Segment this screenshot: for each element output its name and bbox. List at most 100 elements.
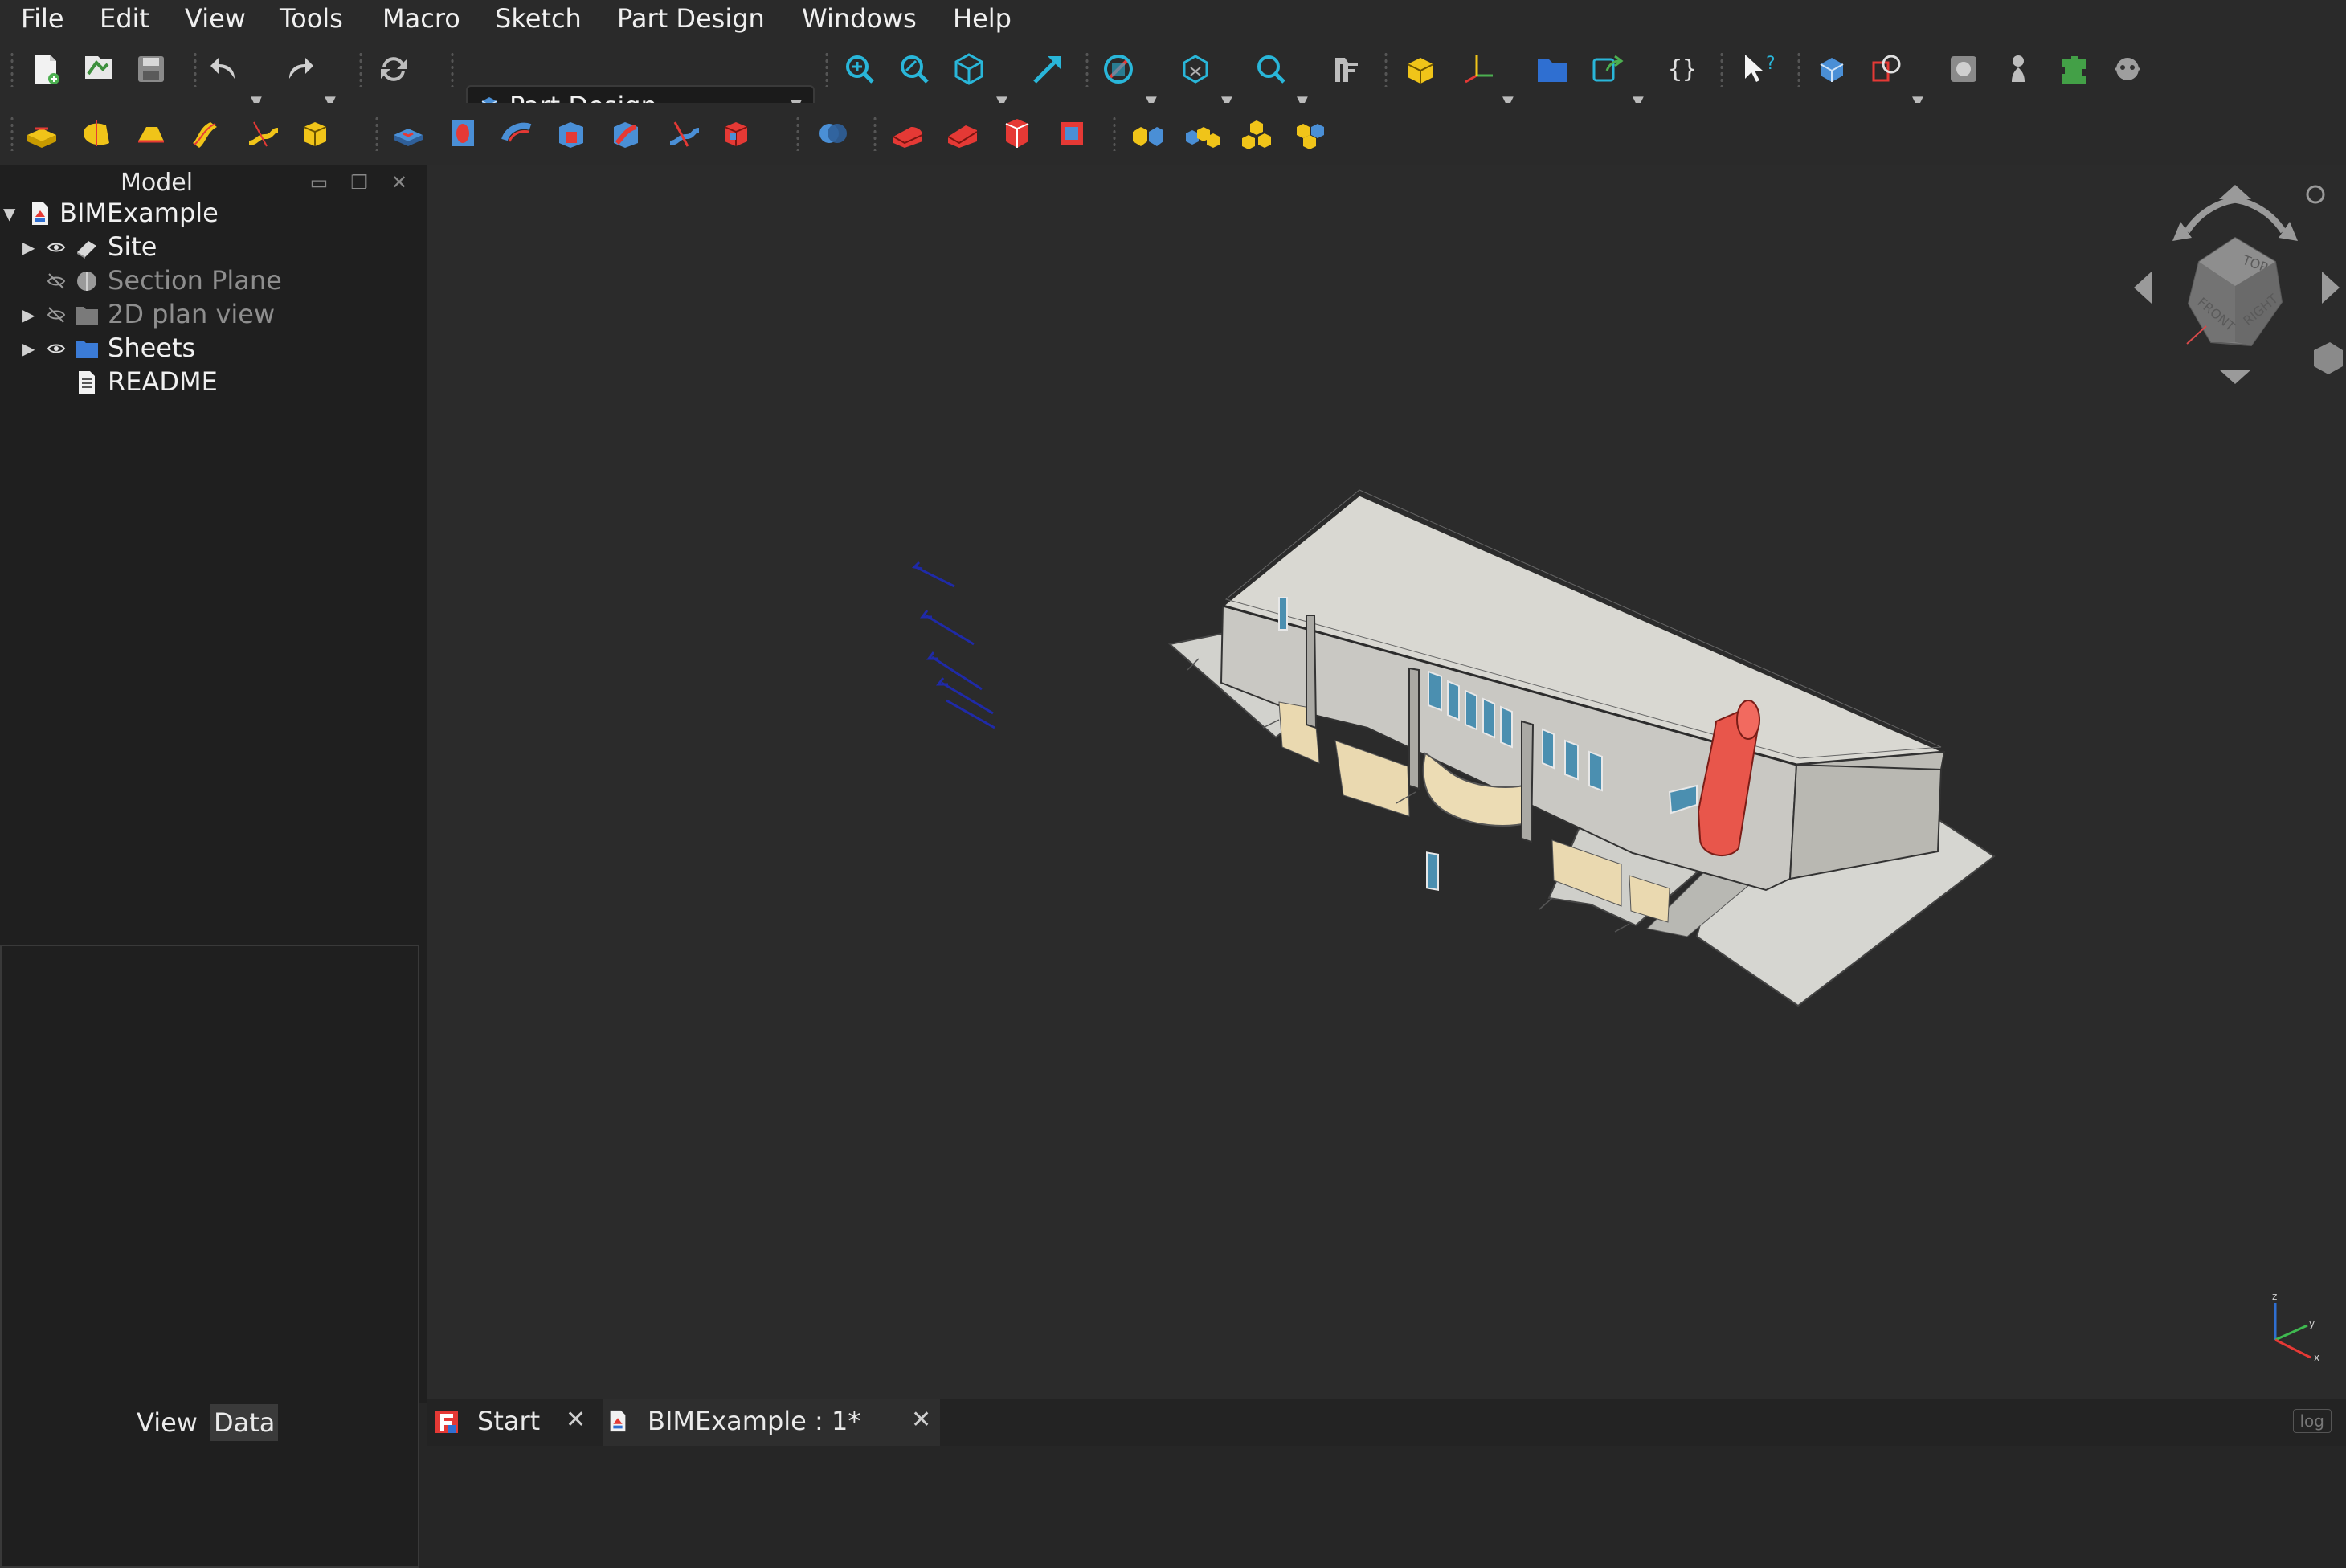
pawn-icon[interactable] [2001, 51, 2036, 87]
open-icon[interactable] [80, 50, 116, 85]
tree-item-readme[interactable]: README [0, 366, 426, 400]
float-panel-icon[interactable]: ❐ [347, 170, 371, 194]
fillet-icon[interactable] [890, 116, 926, 151]
additive-loft-icon[interactable] [133, 116, 169, 151]
subtractive-loft-icon[interactable] [554, 116, 590, 151]
toolbar-grip[interactable] [1085, 51, 1089, 87]
tree-item-section-plane[interactable]: Section Plane [0, 265, 426, 299]
subtractive-primitive-icon[interactable] [718, 116, 754, 151]
toolbar-grip[interactable] [873, 116, 877, 151]
sync-view-icon[interactable] [1030, 51, 1065, 87]
close-icon[interactable]: ✕ [566, 1406, 586, 1434]
additive-pipe-icon[interactable] [188, 116, 223, 151]
expand-arrow-icon[interactable]: ▶ [22, 339, 35, 358]
subtractive-helix-icon[interactable] [664, 116, 699, 151]
toolbar-grip[interactable] [1112, 116, 1117, 151]
toolbar-grip[interactable] [1719, 51, 1724, 87]
multitransform-icon[interactable] [1294, 116, 1329, 151]
tree-item-site[interactable]: ▶ Site [0, 231, 426, 265]
pocket-icon[interactable] [390, 116, 426, 151]
toolbar-grip[interactable] [193, 51, 198, 87]
tab-bimexample[interactable]: BIMExample : 1* ✕ [603, 1399, 940, 1446]
addon-icon[interactable] [2055, 51, 2091, 87]
toolbar-grip[interactable] [1383, 51, 1388, 87]
create-part-icon[interactable] [1403, 51, 1438, 87]
menu-part-design[interactable]: Part Design [617, 3, 765, 34]
macro-braces-icon[interactable]: {} [1665, 51, 1700, 87]
new-icon[interactable] [27, 51, 63, 87]
navigation-cube[interactable]: TOP FRONT RIGHT [2123, 174, 2346, 398]
toolbar-grip[interactable] [824, 51, 829, 87]
link-icon[interactable] [1589, 51, 1625, 87]
menu-tools[interactable]: Tools [280, 3, 343, 34]
toolbar-grip[interactable] [374, 116, 379, 151]
hidden-eye-icon[interactable] [45, 270, 67, 292]
3d-scene[interactable] [427, 165, 2346, 1399]
tree-item-2d-plan-view[interactable]: ▶ 2D plan view [0, 299, 426, 333]
expand-arrow-icon[interactable]: ▶ [22, 305, 35, 325]
toolbar-grip[interactable] [1796, 51, 1801, 87]
mirrored-icon[interactable] [1130, 116, 1165, 151]
visibility-eye-icon[interactable] [45, 337, 67, 360]
redo-icon[interactable] [281, 51, 317, 87]
expand-arrow-icon[interactable]: ▶ [22, 238, 35, 257]
draft-icon[interactable] [999, 116, 1035, 151]
expand-arrow-icon[interactable]: ▼ [3, 204, 15, 223]
hidden-eye-icon[interactable] [45, 304, 67, 326]
datum-axis-icon[interactable] [1461, 51, 1496, 87]
additive-primitive-icon[interactable] [297, 116, 333, 151]
fit-all-icon[interactable] [842, 51, 877, 87]
bounding-box-icon[interactable] [1178, 51, 1213, 87]
toolbar-grip[interactable] [10, 51, 14, 87]
robot-icon[interactable] [2110, 51, 2145, 87]
boolean-icon[interactable] [815, 116, 850, 151]
toolbar-grip[interactable] [795, 116, 800, 151]
log-indicator[interactable]: log [2292, 1409, 2332, 1433]
toolbar-grip[interactable] [10, 116, 14, 151]
undo-icon[interactable] [207, 51, 243, 87]
menu-macro[interactable]: Macro [382, 3, 460, 34]
chamfer-icon[interactable] [945, 116, 980, 151]
menu-file[interactable]: File [21, 3, 64, 34]
menu-sketch[interactable]: Sketch [495, 3, 582, 34]
subtractive-pipe-icon[interactable] [609, 116, 644, 151]
tab-start[interactable]: Start ✕ [427, 1399, 596, 1446]
material-icon[interactable] [1946, 51, 1981, 87]
group-icon[interactable] [1535, 51, 1570, 87]
menu-windows[interactable]: Windows [802, 3, 917, 34]
tree-label: Section Plane [108, 265, 282, 296]
3d-viewport[interactable]: TOP FRONT RIGHT z y x [427, 165, 2346, 1399]
visibility-eye-icon[interactable] [45, 236, 67, 259]
refresh-icon[interactable] [376, 51, 411, 87]
measure-icon[interactable] [1329, 51, 1364, 87]
body-icon[interactable] [1814, 51, 1849, 87]
fit-selection-icon[interactable] [897, 51, 932, 87]
zoom-icon[interactable] [1253, 51, 1289, 87]
linear-pattern-icon[interactable] [1184, 116, 1220, 151]
polar-pattern-icon[interactable] [1239, 116, 1274, 151]
pad-icon[interactable] [24, 116, 59, 151]
hole-icon[interactable] [445, 116, 480, 151]
whats-this-icon[interactable]: ? [1739, 51, 1774, 87]
isometric-view-icon[interactable] [951, 51, 987, 87]
toolbar-grip[interactable] [358, 51, 363, 87]
tree-item-bimexample[interactable]: ▼ BIMExample [0, 198, 426, 231]
property-view[interactable] [0, 945, 419, 1568]
toolbar-grip[interactable] [450, 51, 455, 87]
close-panel-icon[interactable]: ✕ [387, 170, 411, 194]
menu-help[interactable]: Help [953, 3, 1012, 34]
minimize-panel-icon[interactable]: ▭ [307, 170, 331, 194]
revolution-icon[interactable] [79, 116, 114, 151]
tab-view[interactable]: View [133, 1404, 201, 1441]
clone-icon[interactable] [1869, 51, 1904, 87]
groove-icon[interactable] [500, 116, 535, 151]
tree-item-sheets[interactable]: ▶ Sheets [0, 333, 426, 366]
menu-edit[interactable]: Edit [100, 3, 149, 34]
additive-helix-icon[interactable] [243, 116, 278, 151]
tab-data[interactable]: Data [210, 1404, 279, 1441]
save-icon[interactable] [133, 51, 169, 87]
menu-view[interactable]: View [185, 3, 246, 34]
thickness-icon[interactable] [1054, 116, 1089, 151]
draw-style-icon[interactable] [1101, 51, 1136, 87]
close-icon[interactable]: ✕ [911, 1406, 931, 1434]
